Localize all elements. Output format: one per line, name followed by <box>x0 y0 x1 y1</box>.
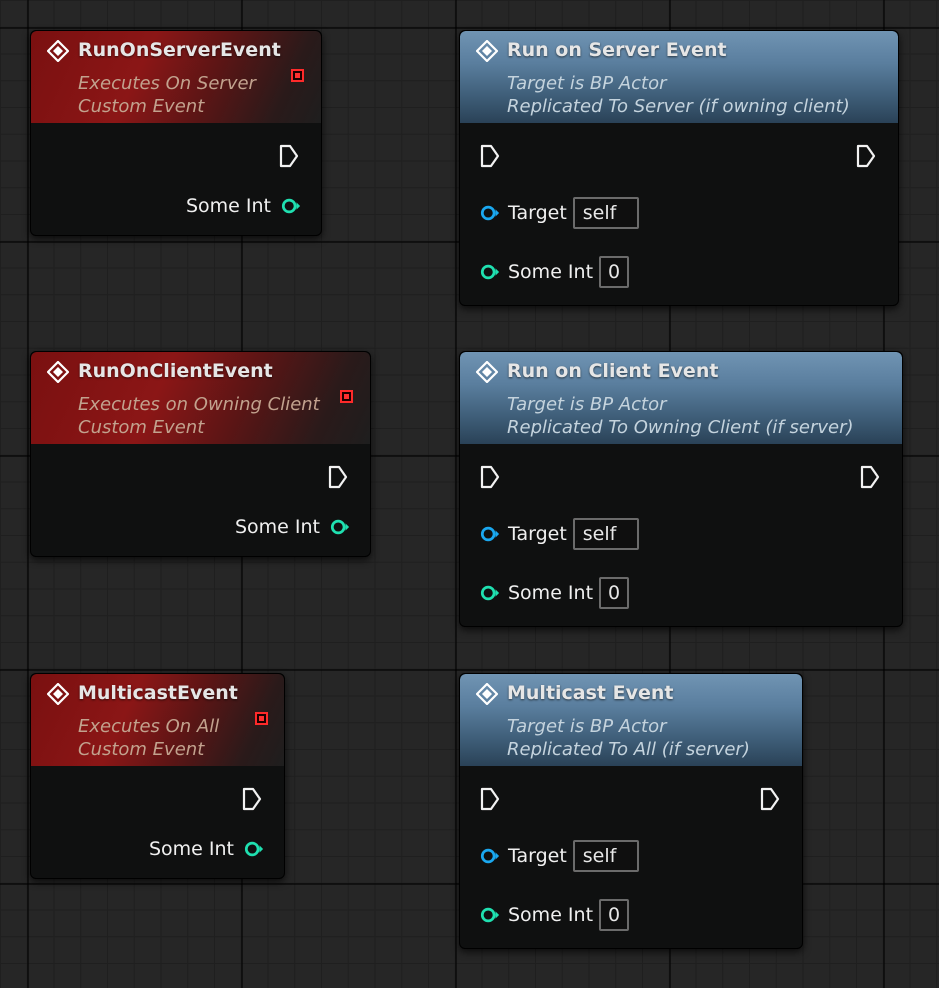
target-value-field[interactable]: self <box>572 518 639 550</box>
node-subtitle: Target is BP Actor <box>507 394 667 415</box>
output-pin-some-int[interactable]: Some Int <box>235 516 350 538</box>
some-int-value-field[interactable]: 0 <box>599 899 630 931</box>
exec-in-pin-icon[interactable] <box>480 787 500 811</box>
input-pin-some-int[interactable]: Some Int 0 <box>480 577 630 609</box>
node-header[interactable]: RunOnClientEvent Executes on Owning Clie… <box>31 352 370 444</box>
integer-pin-icon[interactable] <box>330 518 350 536</box>
target-value-field[interactable]: self <box>572 197 639 229</box>
object-pin-icon[interactable] <box>480 204 500 222</box>
pin-label: Some Int <box>508 261 594 283</box>
node-title: RunOnServerEvent <box>78 39 281 61</box>
pin-label: Target <box>508 202 567 224</box>
pin-label: Target <box>508 845 567 867</box>
replicated-event-icon <box>291 69 304 82</box>
node-header[interactable]: RunOnServerEvent Executes On Server Cust… <box>31 31 321 123</box>
some-int-value-field[interactable]: 0 <box>599 577 630 609</box>
exec-out-pin-icon[interactable] <box>760 787 780 811</box>
event-diamond-icon <box>47 683 69 705</box>
output-pin-some-int[interactable]: Some Int <box>149 838 264 860</box>
exec-in-pin-icon[interactable] <box>480 465 500 489</box>
object-pin-icon[interactable] <box>480 525 500 543</box>
input-pin-target[interactable]: Target self <box>480 518 639 550</box>
integer-pin-icon[interactable] <box>244 840 264 858</box>
custom-event-node-run-on-client[interactable]: RunOnClientEvent Executes on Owning Clie… <box>30 351 371 557</box>
node-title: Run on Client Event <box>507 360 719 382</box>
node-header[interactable]: Multicast Event Target is BP Actor Repli… <box>460 674 802 766</box>
replicated-event-icon <box>255 712 268 725</box>
exec-out-pin-icon[interactable] <box>242 787 262 811</box>
event-diamond-icon <box>476 683 498 705</box>
exec-out-pin-icon[interactable] <box>860 465 880 489</box>
integer-pin-icon[interactable] <box>480 263 500 281</box>
output-pin-some-int[interactable]: Some Int <box>186 195 301 217</box>
node-subtitle: Replicated To All (if server) <box>507 739 750 760</box>
call-event-node-run-on-client[interactable]: Run on Client Event Target is BP Actor R… <box>459 351 903 627</box>
pin-label: Some Int <box>185 195 271 217</box>
pin-label: Some Int <box>508 582 594 604</box>
node-subtitle: Custom Event <box>78 739 205 760</box>
custom-event-node-run-on-server[interactable]: RunOnServerEvent Executes On Server Cust… <box>30 30 322 236</box>
pin-label: Some Int <box>508 904 594 926</box>
node-subtitle: Executes on Owning Client <box>78 394 320 415</box>
exec-out-pin-icon[interactable] <box>328 465 348 489</box>
pin-label: Some Int <box>148 838 234 860</box>
pin-label: Target <box>508 523 567 545</box>
input-pin-some-int[interactable]: Some Int 0 <box>480 256 630 288</box>
node-subtitle: Executes On All <box>78 716 220 737</box>
exec-out-pin-icon[interactable] <box>856 144 876 168</box>
call-event-node-multicast[interactable]: Multicast Event Target is BP Actor Repli… <box>459 673 803 949</box>
integer-pin-icon[interactable] <box>480 906 500 924</box>
node-subtitle: Replicated To Server (if owning client) <box>507 96 850 117</box>
event-diamond-icon <box>47 40 69 62</box>
node-subtitle: Target is BP Actor <box>507 73 667 94</box>
input-pin-some-int[interactable]: Some Int 0 <box>480 899 630 931</box>
some-int-value-field[interactable]: 0 <box>599 256 630 288</box>
node-header[interactable]: Run on Server Event Target is BP Actor R… <box>460 31 898 123</box>
integer-pin-icon[interactable] <box>480 584 500 602</box>
event-diamond-icon <box>476 40 498 62</box>
custom-event-node-multicast[interactable]: MulticastEvent Executes On All Custom Ev… <box>30 673 285 879</box>
node-header[interactable]: Run on Client Event Target is BP Actor R… <box>460 352 902 444</box>
node-subtitle: Custom Event <box>78 96 205 117</box>
node-subtitle: Target is BP Actor <box>507 716 667 737</box>
input-pin-target[interactable]: Target self <box>480 197 639 229</box>
replicated-event-icon <box>340 390 353 403</box>
node-title: MulticastEvent <box>78 682 238 704</box>
node-header[interactable]: MulticastEvent Executes On All Custom Ev… <box>31 674 284 766</box>
event-diamond-icon <box>476 361 498 383</box>
exec-out-pin-icon[interactable] <box>279 144 299 168</box>
event-diamond-icon <box>47 361 69 383</box>
call-event-node-run-on-server[interactable]: Run on Server Event Target is BP Actor R… <box>459 30 899 306</box>
node-title: Run on Server Event <box>507 39 727 61</box>
node-title: RunOnClientEvent <box>78 360 273 382</box>
target-value-field[interactable]: self <box>572 840 639 872</box>
exec-in-pin-icon[interactable] <box>480 144 500 168</box>
node-subtitle: Custom Event <box>78 417 205 438</box>
node-subtitle: Replicated To Owning Client (if server) <box>507 417 854 438</box>
object-pin-icon[interactable] <box>480 847 500 865</box>
node-title: Multicast Event <box>507 682 674 704</box>
input-pin-target[interactable]: Target self <box>480 840 639 872</box>
node-subtitle: Executes On Server <box>78 73 256 94</box>
pin-label: Some Int <box>234 516 320 538</box>
integer-pin-icon[interactable] <box>281 197 301 215</box>
